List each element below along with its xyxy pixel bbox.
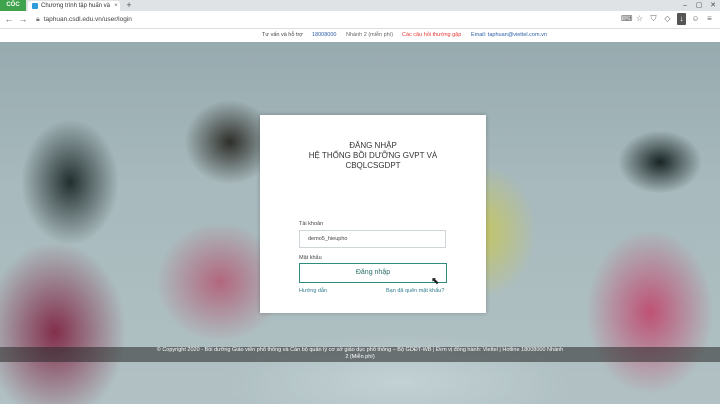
system-title-line1: HỆ THỐNG BỒI DƯỠNG GVPT VÀ (308, 151, 438, 160)
password-label: Mật khẩu (299, 255, 322, 261)
menu-icon[interactable]: ≡ (705, 13, 714, 25)
new-tab-icon[interactable]: + (124, 0, 134, 11)
profile-icon[interactable]: ☺ (691, 13, 700, 25)
close-tab-icon[interactable]: × (112, 1, 120, 11)
mouse-cursor-icon: ⬉ (431, 276, 440, 287)
shield-icon[interactable]: ⛉ (649, 13, 658, 25)
system-title-line2: CBQLCSGDPT (345, 161, 401, 170)
faq-link[interactable]: Các câu hỏi thường gặp (402, 29, 461, 42)
url-text: taphuan.csdl.edu.vn/user/login (43, 16, 132, 23)
support-branch: Nhánh 2 (miễn phí) (346, 32, 394, 38)
support-email[interactable]: Email: taphuan@viettel.com.vn (471, 29, 547, 42)
bookmark-star-icon[interactable]: ☆ (635, 13, 644, 25)
footer-line2: 2 (Miễn phí) (345, 354, 375, 360)
lock-icon: 🔒︎ (36, 16, 40, 23)
address-bar[interactable]: 🔒︎ taphuan.csdl.edu.vn/user/login (36, 13, 596, 26)
translate-icon[interactable]: ⌨ (621, 13, 633, 25)
username-label: Tài khoản (299, 221, 324, 227)
browser-tab[interactable]: Chương trình tập huấn và bồi × (28, 1, 120, 11)
maximize-icon[interactable]: ▢ (692, 0, 706, 11)
close-window-icon[interactable]: ✕ (706, 0, 720, 11)
forgot-password-link[interactable]: Bạn đã quên mật khẩu? (386, 288, 444, 294)
login-button[interactable]: Đăng nhập (299, 263, 447, 283)
page-footer: © Copyright 2020 - Bồi dưỡng Giáo viên p… (0, 347, 720, 362)
download-icon[interactable]: ↓ (677, 13, 686, 25)
back-icon[interactable]: ← (3, 13, 15, 25)
extension-icon[interactable]: ◇ (663, 13, 672, 25)
toolbar-actions: ⌨ ☆ ⛉ ◇ ↓ ☺ ≡ (621, 13, 714, 25)
guide-link[interactable]: Hướng dẫn (299, 288, 327, 294)
site-favicon-icon (32, 3, 38, 9)
tab-title: Chương trình tập huấn và bồi (41, 3, 112, 9)
forward-icon[interactable]: → (17, 13, 29, 25)
support-phone[interactable]: 18008000 (312, 29, 336, 42)
window-controls: – ▢ ✕ (678, 0, 720, 11)
minimize-icon[interactable]: – (678, 0, 692, 11)
username-field[interactable]: demo5_hieupho (299, 230, 446, 248)
footer-line1: © Copyright 2020 - Bồi dưỡng Giáo viên p… (156, 347, 564, 353)
browser-brand-logo[interactable]: CỐC CỐC (0, 0, 26, 19)
browser-tab-bar: CỐC CỐC Chương trình tập huấn và bồi × +… (0, 0, 720, 19)
browser-toolbar: ← → ↻ 🔒︎ taphuan.csdl.edu.vn/user/login … (0, 11, 720, 29)
login-card: ĐĂNG NHẬP HỆ THỐNG BỒI DƯỠNG GVPT VÀ CBQ… (260, 115, 486, 313)
login-title: ĐĂNG NHẬP (349, 141, 397, 150)
support-label: Tư vấn và hỗ trợ (262, 32, 303, 38)
support-infobar: Tư vấn và hỗ trợ 18008000 Nhánh 2 (miễn … (0, 29, 720, 42)
